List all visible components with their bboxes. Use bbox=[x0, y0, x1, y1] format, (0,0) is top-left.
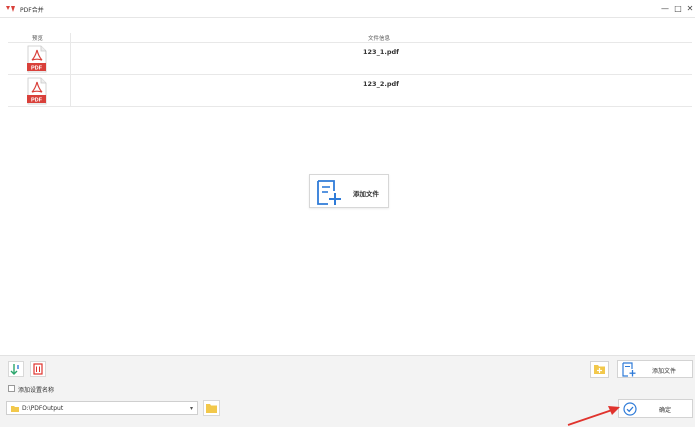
preview-column-header: 预览 bbox=[32, 36, 44, 42]
add-settings-name-checkbox[interactable] bbox=[8, 385, 15, 392]
close-button[interactable]: ✕ bbox=[685, 3, 695, 14]
file-info-column-header: 文件信息 bbox=[368, 36, 391, 42]
app-logo-icon bbox=[6, 6, 15, 12]
pdf-file-icon: PDF bbox=[27, 45, 47, 73]
confirm-label: 确定 bbox=[659, 407, 672, 414]
svg-text:PDF: PDF bbox=[31, 66, 43, 72]
file-row[interactable]: PDF 123_2.pdf bbox=[8, 75, 692, 107]
add-file-center-label: 添加文件 bbox=[353, 190, 379, 198]
folder-icon bbox=[11, 406, 19, 412]
browse-folder-button[interactable] bbox=[203, 400, 220, 416]
sort-icon bbox=[10, 364, 19, 375]
open-folder-button[interactable] bbox=[590, 361, 609, 378]
folder-icon bbox=[206, 404, 217, 413]
delete-button[interactable] bbox=[30, 361, 46, 377]
add-file-button[interactable]: 添加文件 bbox=[617, 360, 693, 378]
add-file-icon bbox=[317, 180, 341, 205]
svg-text:PDF: PDF bbox=[31, 98, 43, 104]
add-file-label: 添加文件 bbox=[652, 368, 677, 375]
chevron-down-icon: ▾ bbox=[189, 405, 193, 412]
add-file-icon bbox=[622, 362, 636, 377]
red-arrow-annotation bbox=[567, 406, 620, 426]
file-row[interactable]: PDF 123_1.pdf bbox=[8, 43, 692, 75]
folder-add-icon bbox=[594, 365, 605, 374]
file-name: 123_1.pdf bbox=[363, 48, 399, 56]
add-file-center-button[interactable]: 添加文件 bbox=[309, 174, 389, 208]
minimize-button[interactable]: — bbox=[660, 3, 670, 14]
check-circle-icon bbox=[623, 402, 637, 416]
trash-icon bbox=[33, 363, 43, 375]
add-settings-name-label: 添加设置名称 bbox=[18, 387, 55, 394]
pdf-file-icon: PDF bbox=[27, 77, 47, 105]
output-path-select[interactable]: D:\PDFOutput ▾ bbox=[6, 401, 198, 415]
file-table-header: 预览 文件信息 bbox=[8, 33, 692, 43]
sort-button[interactable] bbox=[8, 361, 24, 377]
output-path-value: D:\PDFOutput bbox=[22, 405, 64, 412]
restore-button[interactable]: □ bbox=[673, 3, 683, 14]
file-name: 123_2.pdf bbox=[363, 80, 399, 88]
confirm-button[interactable]: 确定 bbox=[618, 399, 693, 418]
window-title: PDF合并 bbox=[20, 7, 44, 14]
title-bar: PDF合并 — □ ✕ bbox=[0, 0, 695, 18]
